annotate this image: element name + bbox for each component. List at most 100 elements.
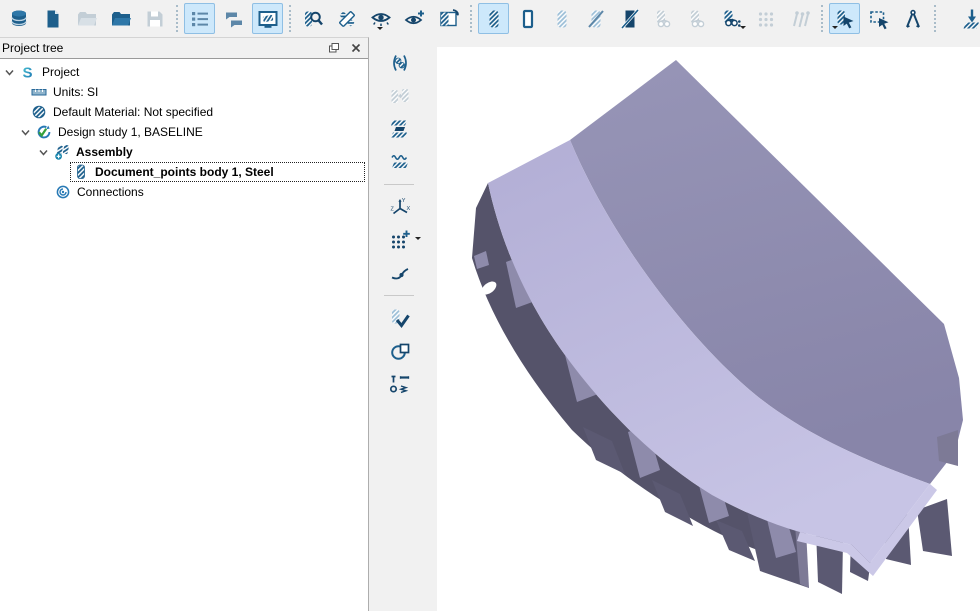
exclude-parts-button[interactable] (331, 3, 362, 34)
fasteners-button[interactable] (384, 368, 415, 399)
section-view-button[interactable] (433, 3, 464, 34)
connection-group-icon (389, 52, 411, 74)
database-icon (8, 8, 30, 30)
pins-icon (789, 8, 811, 30)
mask-options-button[interactable] (716, 3, 747, 34)
toolbar-separator (470, 5, 472, 32)
mask-parts-b-button[interactable] (682, 3, 713, 34)
point-grid-button[interactable] (384, 224, 415, 255)
part-hide-solid-icon (619, 8, 641, 30)
tree-item-label: Project (42, 65, 79, 79)
pick-box-button[interactable] (863, 3, 894, 34)
project-tree-panel: Project tree S Proj (0, 37, 369, 611)
toolbar-separator (384, 295, 414, 296)
selected-tree-item[interactable]: Document_points body 1, Steel (71, 163, 364, 181)
mask-parts-a-button[interactable] (648, 3, 679, 34)
open-project-database-button[interactable] (3, 3, 34, 34)
contact-parts-icon (389, 85, 411, 107)
apply-check-button[interactable] (384, 302, 415, 333)
panel-title: Project tree (2, 41, 320, 55)
measure-button[interactable] (897, 3, 928, 34)
fasteners-icon (389, 373, 411, 395)
toolbar-separator (289, 5, 291, 32)
project-tree-toggle-button[interactable] (184, 3, 215, 34)
force-load-button[interactable] (956, 3, 980, 34)
point-grid-plus-icon (389, 229, 411, 251)
pick-box-icon (868, 8, 890, 30)
viewport-3d[interactable] (437, 47, 980, 611)
save-icon (144, 8, 166, 30)
material-icon (31, 104, 47, 120)
svg-text:X: X (406, 206, 410, 212)
chevron-down-icon (740, 26, 746, 32)
datum-triad-button[interactable]: Y X Z (384, 191, 415, 222)
tree-item-design-study[interactable]: Design study 1, BASELINE (0, 122, 368, 142)
new-document-icon (42, 8, 64, 30)
tree-item-assembly[interactable]: Assembly (0, 142, 368, 162)
display-solid-button[interactable] (478, 3, 509, 34)
circle-square-button[interactable] (384, 335, 415, 366)
list-view-icon (189, 8, 211, 30)
monitor-icon (257, 8, 279, 30)
simsolid-logo-icon: S (20, 64, 36, 80)
pick-part-button[interactable] (829, 3, 860, 34)
comments-button[interactable] (218, 3, 249, 34)
viewport-toggle-button[interactable] (252, 3, 283, 34)
folder-icon (110, 8, 132, 30)
show-hide-dropdown-button[interactable] (365, 3, 396, 34)
part-outline-icon (517, 8, 539, 30)
close-panel-button[interactable] (348, 41, 364, 56)
section-view-icon (438, 8, 460, 30)
zoom-to-part-button[interactable] (297, 3, 328, 34)
tree-item-default-material[interactable]: Default Material: Not specified (0, 102, 368, 122)
tree-item-label: Document_points body 1, Steel (95, 165, 274, 179)
assembly-icon (54, 144, 70, 160)
part-check-icon (389, 307, 411, 329)
float-panel-button[interactable] (326, 41, 342, 56)
part-hide-striped-icon (585, 8, 607, 30)
dot-grid-icon (755, 8, 777, 30)
chevron-down-icon (832, 26, 838, 32)
force-arrow-icon (961, 8, 980, 30)
model-document-points-body[interactable] (437, 47, 980, 611)
spline-point-button[interactable] (384, 257, 415, 288)
toolbar-separator (384, 184, 414, 185)
tree-item-connections[interactable]: Connections (0, 182, 368, 202)
new-project-button[interactable] (37, 3, 68, 34)
circle-square-icon (389, 340, 411, 362)
display-outline-button[interactable] (512, 3, 543, 34)
hide-part-solid-button[interactable] (614, 3, 645, 34)
compass-icon (902, 8, 924, 30)
tree-item-units[interactable]: Units: SI (0, 82, 368, 102)
grid-display-button[interactable] (750, 3, 781, 34)
crossed-parts-icon (336, 8, 358, 30)
spline-point-icon (389, 262, 411, 284)
tree-item-document-points-body[interactable]: Document_points body 1, Steel (0, 162, 368, 182)
side-toolbar: Y X Z (370, 37, 437, 611)
pins-display-button[interactable] (784, 3, 815, 34)
tree-item-project[interactable]: S Project (0, 62, 368, 82)
chevron-down-icon (19, 126, 32, 139)
import-folder-button[interactable] (105, 3, 136, 34)
part-solid-icon (483, 8, 505, 30)
contact-pairs-button[interactable] (384, 80, 415, 111)
part-icon (73, 164, 89, 180)
display-translucent-button[interactable] (546, 3, 577, 34)
close-icon (350, 42, 362, 54)
design-study-icon (36, 124, 52, 140)
seam-weld-button[interactable] (384, 146, 415, 177)
simsolid-window: Project tree S Proj (0, 0, 980, 611)
toolbar-separator (934, 5, 936, 32)
toolbar-separator (821, 5, 823, 32)
panel-title-bar[interactable]: Project tree (0, 38, 368, 59)
save-button[interactable] (139, 3, 170, 34)
eye-plus-icon (404, 8, 426, 30)
connection-group-button[interactable] (384, 47, 415, 78)
open-folder-icon (76, 8, 98, 30)
triad-icon: Y X Z (389, 196, 411, 218)
show-all-button[interactable] (399, 3, 430, 34)
toolbar-separator (176, 5, 178, 32)
hide-part-striped-button[interactable] (580, 3, 611, 34)
stack-connections-button[interactable] (384, 113, 415, 144)
open-folder-button[interactable] (71, 3, 102, 34)
